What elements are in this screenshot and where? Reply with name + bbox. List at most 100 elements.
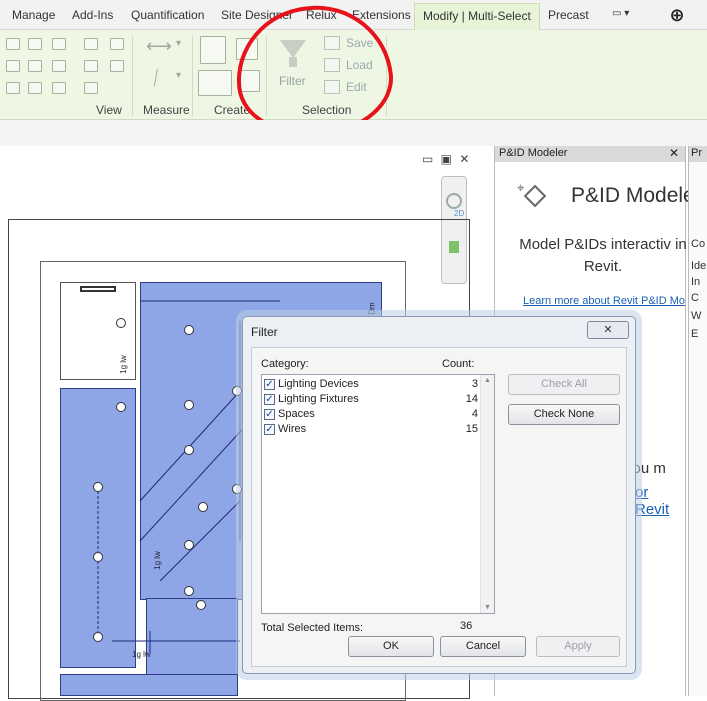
scroll-down-icon[interactable]: ▼	[484, 604, 491, 611]
panel-label-view: View	[96, 103, 122, 117]
list-item[interactable]: ✓ Lighting Fixtures 14	[264, 392, 478, 407]
tab-manage[interactable]: Manage	[12, 8, 55, 22]
checkbox[interactable]: ✓	[264, 379, 275, 390]
properties-header: Pr	[689, 146, 707, 162]
checkbox[interactable]: ✓	[264, 394, 275, 405]
lightbulb-icon[interactable]	[84, 38, 98, 50]
pid-description: Model P&IDs interactiv in Revit.	[519, 236, 687, 275]
total-selected-value: 36	[460, 620, 473, 632]
tab-add-ins[interactable]: Add-Ins	[72, 8, 113, 22]
circuit-tag: 1g lw	[132, 650, 151, 659]
lighting-fixture[interactable]	[196, 600, 206, 610]
lighting-fixture[interactable]	[184, 400, 194, 410]
view-tool-icon[interactable]	[28, 60, 42, 72]
chevron-down-icon[interactable]: ▾	[176, 38, 181, 49]
view-tool-icon[interactable]	[52, 60, 66, 72]
cancel-button[interactable]: Cancel	[440, 636, 526, 657]
check-all-button[interactable]: Check All	[508, 374, 620, 395]
category-name: Lighting Fixtures	[278, 393, 359, 405]
panel-label-measure: Measure	[143, 103, 190, 117]
view-tool-icon[interactable]	[6, 38, 20, 50]
category-name: Lighting Devices	[278, 378, 359, 390]
dimension-tag: Dm	[367, 302, 377, 315]
pid-panel-header: P&ID Modeler ✕	[495, 146, 685, 162]
tab-overflow-menu[interactable]: ▭ ▾	[612, 8, 629, 19]
tab-precast[interactable]: Precast	[548, 8, 589, 22]
create-parts-icon[interactable]	[198, 70, 232, 96]
pid-panel-header-title: P&ID Modeler	[499, 147, 568, 159]
list-item[interactable]: ✓ Wires 15	[264, 422, 478, 437]
category-list[interactable]: ✓ Lighting Devices 3 ✓ Lighting Fixtures…	[261, 374, 495, 614]
close-icon[interactable]: ✕	[669, 146, 679, 160]
panel-divider	[132, 36, 133, 116]
lighting-fixture[interactable]	[93, 482, 103, 492]
pid-logo-icon: ⌖	[517, 180, 547, 208]
lighting-fixture[interactable]	[93, 632, 103, 642]
list-scrollbar[interactable]: ▲ ▼	[480, 375, 494, 613]
eraser-icon[interactable]	[84, 82, 98, 94]
steering-wheel-icon[interactable]	[446, 193, 462, 209]
pid-logo-mark: ⌖	[517, 180, 525, 195]
lighting-fixture[interactable]	[198, 502, 208, 512]
properties-row[interactable]: Ide	[691, 260, 707, 272]
create-group-icon[interactable]	[200, 36, 226, 64]
view-tool-icon[interactable]	[6, 82, 20, 94]
properties-row[interactable]: C	[691, 292, 707, 304]
view-tool-icon[interactable]	[110, 60, 124, 72]
category-count: 14	[465, 393, 478, 405]
properties-row[interactable]: In	[691, 276, 707, 288]
category-column-header: Category:	[261, 358, 309, 370]
dialog-body: Category: Count: ✓ Lighting Devices 3 ✓ …	[251, 347, 627, 667]
view-tab-strip	[0, 120, 707, 146]
lighting-fixture[interactable]	[184, 540, 194, 550]
view-tool-icon[interactable]	[6, 60, 20, 72]
paint-icon[interactable]	[84, 60, 98, 72]
category-count: 3	[471, 378, 478, 390]
category-count: 15	[465, 423, 478, 435]
ok-button[interactable]: OK	[348, 636, 434, 657]
lighting-fixture[interactable]	[184, 445, 194, 455]
checkbox[interactable]: ✓	[264, 424, 275, 435]
cube-icon	[523, 184, 547, 208]
view-tool-icon[interactable]	[52, 38, 66, 50]
circuit-tag: 1g lw	[152, 551, 162, 570]
view-window-controls[interactable]: ▭ ▣ ✕	[422, 152, 471, 166]
checkbox[interactable]: ✓	[264, 409, 275, 420]
lighting-fixture[interactable]	[116, 402, 126, 412]
view-tool-icon[interactable]	[28, 38, 42, 50]
lighting-fixture[interactable]	[232, 386, 242, 396]
delete-icon[interactable]	[52, 82, 66, 94]
list-item[interactable]: ✓ Spaces 4	[264, 407, 478, 422]
lighting-fixture[interactable]	[184, 325, 194, 335]
measure-between-icon[interactable]: ⟷	[146, 36, 172, 57]
circuit-tag: 1g lw	[118, 355, 128, 374]
lighting-fixture[interactable]	[184, 586, 194, 596]
apply-button[interactable]: Apply	[536, 636, 620, 657]
properties-panel: Pr Co Ide In C W E	[688, 146, 707, 696]
category-name: Wires	[278, 423, 307, 435]
lighting-fixture[interactable]	[116, 318, 126, 328]
category-name: Spaces	[278, 408, 315, 420]
tab-quantification[interactable]: Quantification	[131, 8, 204, 22]
category-count: 4	[471, 408, 478, 420]
panel-divider	[192, 36, 193, 116]
view-tool-icon[interactable]	[28, 82, 42, 94]
pid-panel-link[interactable]: or Revit	[635, 484, 685, 518]
properties-row[interactable]: E	[691, 328, 707, 340]
zoom-icon[interactable]: ⊕	[664, 4, 690, 28]
close-icon[interactable]: ✕	[587, 321, 629, 339]
scroll-up-icon[interactable]: ▲	[484, 377, 491, 384]
tab-modify-multi-select[interactable]: Modify | Multi-Select	[414, 3, 540, 31]
pid-title: P&ID Modele	[571, 184, 695, 207]
chevron-down-icon[interactable]: ▾	[176, 70, 181, 81]
lighting-fixture[interactable]	[93, 552, 103, 562]
lighting-fixture[interactable]	[232, 484, 242, 494]
dimension-icon[interactable]: ⟋	[146, 66, 167, 90]
view-tool-icon[interactable]	[110, 38, 124, 50]
check-none-button[interactable]: Check None	[508, 404, 620, 425]
properties-row[interactable]: Co	[691, 238, 707, 250]
pid-learn-more-link[interactable]: Learn more about Revit P&ID Mo	[523, 295, 685, 307]
filter-dialog: Filter ✕ Category: Count: ✓ Lighting Dev…	[242, 316, 636, 674]
properties-row[interactable]: W	[691, 310, 707, 322]
list-item[interactable]: ✓ Lighting Devices 3	[264, 377, 478, 392]
